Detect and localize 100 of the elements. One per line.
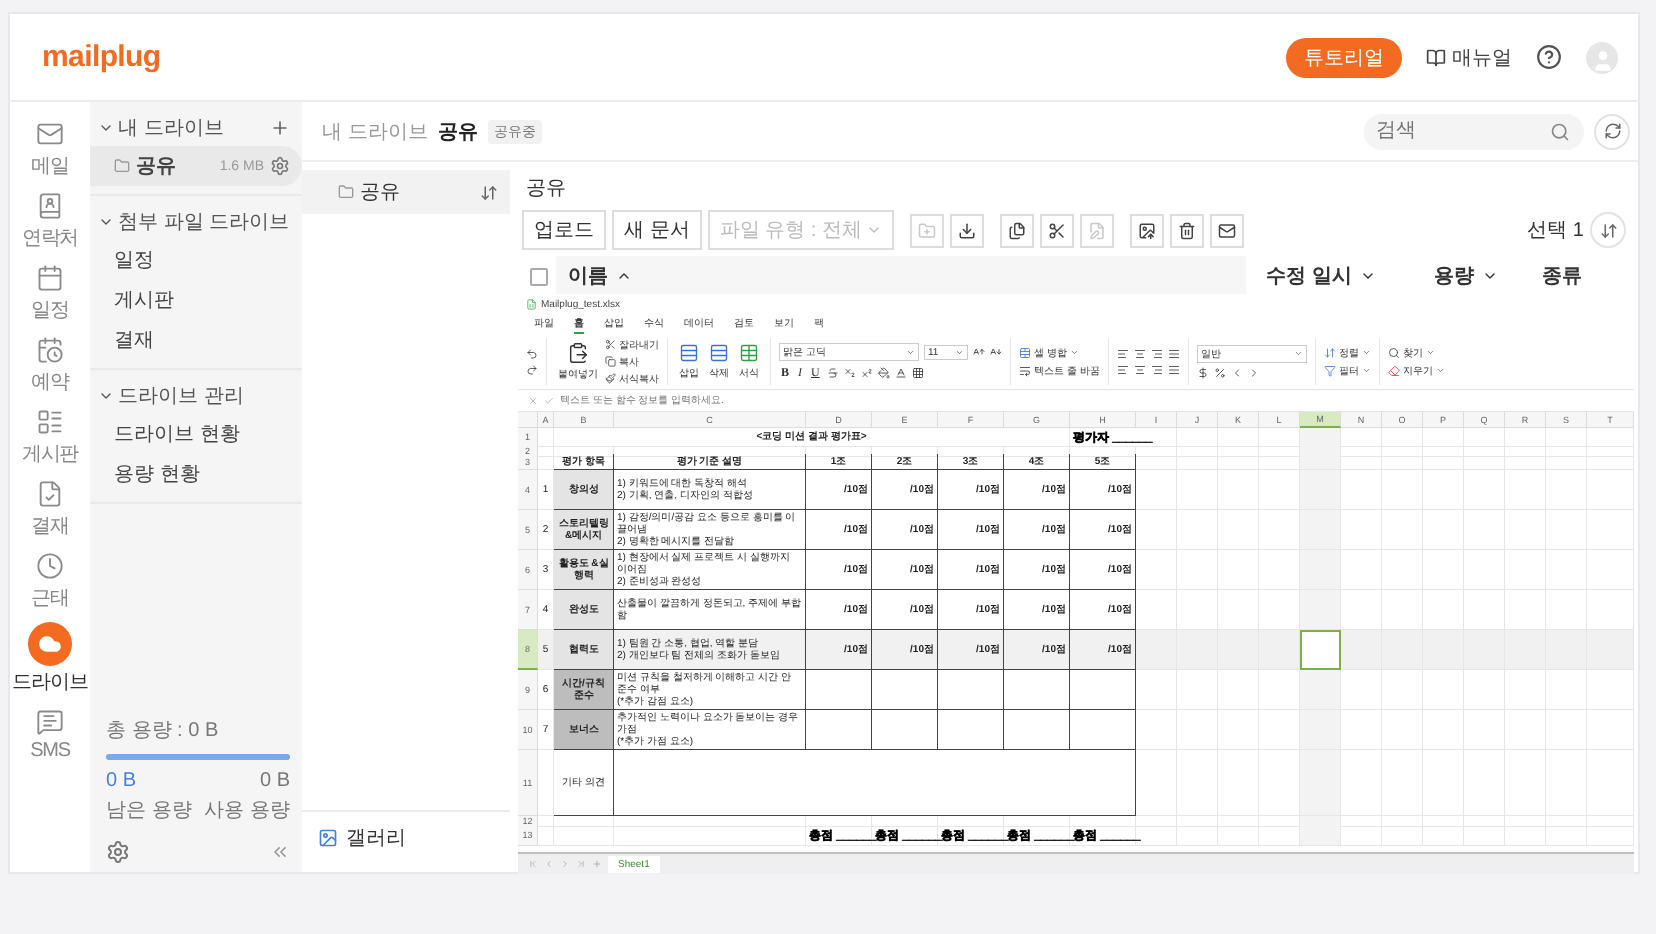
- calendar-icon: [36, 264, 64, 292]
- sheet-cell: [1546, 710, 1587, 750]
- sort-icon: [1599, 221, 1617, 239]
- toolbar-button[interactable]: 업로드: [522, 210, 606, 250]
- sheet-cell: [1587, 750, 1634, 816]
- chevron-icon: [98, 214, 114, 230]
- sheet-cell: [1464, 750, 1505, 816]
- cut-icon: [1047, 221, 1066, 239]
- sheet-cell: [1423, 428, 1464, 447]
- sheet-cell: [1587, 824, 1634, 846]
- clipboard-icon: [567, 342, 589, 364]
- sheet-cell: [1136, 470, 1177, 510]
- sheet-cell: [1546, 750, 1587, 816]
- sheet-cell: [1505, 510, 1546, 550]
- sheet-cell: [1218, 750, 1259, 816]
- nav-item[interactable]: 근태: [31, 550, 69, 612]
- sheet-cell: [1300, 510, 1341, 550]
- selection-count: 선택 1: [1527, 218, 1584, 244]
- sheet-cell: [1218, 428, 1259, 447]
- settings-icon[interactable]: [106, 840, 130, 864]
- refresh-button[interactable]: [1594, 113, 1630, 149]
- caret-icon: [1359, 268, 1376, 284]
- delete-button[interactable]: [1169, 213, 1204, 247]
- sheet-cell: [1546, 824, 1587, 846]
- sheet-cell: [1505, 550, 1546, 590]
- nav-item[interactable]: 결재: [31, 478, 69, 540]
- sidebar-item[interactable]: 용량 현황: [90, 454, 302, 494]
- caret-icon: [1482, 268, 1498, 284]
- folder-icon: [114, 158, 130, 174]
- column-header[interactable]: 종류: [1530, 256, 1630, 296]
- mail-button[interactable]: [1209, 213, 1244, 247]
- remaining-label: 남은 용량: [106, 798, 192, 824]
- sheet-cell: [1218, 630, 1259, 670]
- sheet-cell: [1382, 670, 1423, 710]
- nav-item[interactable]: SMS: [30, 706, 70, 762]
- sidebar-item[interactable]: 일정: [90, 240, 302, 280]
- image-upload-button[interactable]: [1129, 213, 1164, 247]
- sheet-cell: [1136, 550, 1177, 590]
- nav-item[interactable]: 일정: [31, 262, 69, 324]
- sheet-cell: [1464, 550, 1505, 590]
- nav-item[interactable]: 메일: [31, 118, 69, 180]
- sheet-cell: [1587, 428, 1634, 447]
- sheet-cell: [1587, 670, 1634, 710]
- gallery-link[interactable]: 갤러리: [302, 810, 510, 864]
- sheet-cell: [1300, 824, 1341, 846]
- section-header[interactable]: 첨부 파일 드라이브: [98, 208, 290, 236]
- sheet-cell: [1341, 428, 1382, 447]
- cut-button[interactable]: [1039, 213, 1074, 247]
- logo: mailplug: [42, 40, 161, 74]
- sheet-cell: [1218, 510, 1259, 550]
- sheet-cell: [1300, 750, 1341, 816]
- copy-button[interactable]: [999, 213, 1034, 247]
- storage-total: 총 용량 : 0 B: [106, 718, 221, 744]
- help-icon[interactable]: [1536, 44, 1562, 70]
- sheet-cell: [1382, 710, 1423, 750]
- sheet-cell: [1177, 550, 1218, 590]
- select-all-checkbox[interactable]: [530, 267, 548, 285]
- settings-icon: [270, 156, 290, 176]
- sheet-cell: [1136, 750, 1177, 816]
- sheet-cell: [1341, 750, 1382, 816]
- nav-item[interactable]: 예약: [31, 334, 69, 396]
- add-icon[interactable]: [270, 118, 290, 138]
- sidebar-item[interactable]: 드라이브 현황: [90, 414, 302, 454]
- section-header[interactable]: 내 드라이브: [98, 114, 266, 142]
- folder-item[interactable]: 공유: [302, 170, 510, 214]
- search-field[interactable]: 검색: [1364, 113, 1584, 149]
- collapse-icon[interactable]: [270, 842, 290, 862]
- contact-card-icon: [35, 192, 64, 220]
- sheet-cell: [938, 670, 1004, 710]
- sheet-cell: [1382, 750, 1423, 816]
- sheet-cell: [1136, 710, 1177, 750]
- sheet-cell: [1546, 510, 1587, 550]
- rows-icon: [709, 343, 729, 363]
- sheet-cell: [1382, 630, 1423, 670]
- section-header[interactable]: 드라이브 관리: [98, 382, 290, 410]
- sort-button[interactable]: [1590, 212, 1626, 248]
- sheet-cell: [1382, 470, 1423, 510]
- sheet-cell: [1423, 670, 1464, 710]
- nav-item[interactable]: 연락처: [21, 190, 79, 252]
- sheet-cell: [554, 824, 614, 846]
- sidebar-item[interactable]: 결재: [90, 320, 302, 360]
- sort-icon: [480, 183, 498, 201]
- nav-item[interactable]: 드라이브: [12, 622, 88, 696]
- toolbar-button[interactable]: 새 문서: [612, 210, 702, 250]
- sheet-cell: [1341, 510, 1382, 550]
- nav-item[interactable]: 게시판: [21, 406, 79, 468]
- sheet-cell: [1464, 428, 1505, 447]
- download-button[interactable]: [949, 213, 984, 247]
- column-header[interactable]: 이름: [556, 256, 1246, 296]
- message-icon: [36, 708, 64, 736]
- sheet-cell: [1300, 470, 1341, 510]
- selected-cell[interactable]: [1300, 630, 1341, 670]
- sheet-cell: [938, 710, 1004, 750]
- sidebar-item[interactable]: 게시판: [90, 280, 302, 320]
- sheet-cell: [1382, 428, 1423, 447]
- sheet-cell: [872, 670, 938, 710]
- sheet-cell: [1587, 470, 1634, 510]
- sheet-cell: [1218, 550, 1259, 590]
- manual-link[interactable]: 매뉴얼: [1426, 43, 1512, 71]
- used-label: 사용 용량: [204, 798, 290, 824]
